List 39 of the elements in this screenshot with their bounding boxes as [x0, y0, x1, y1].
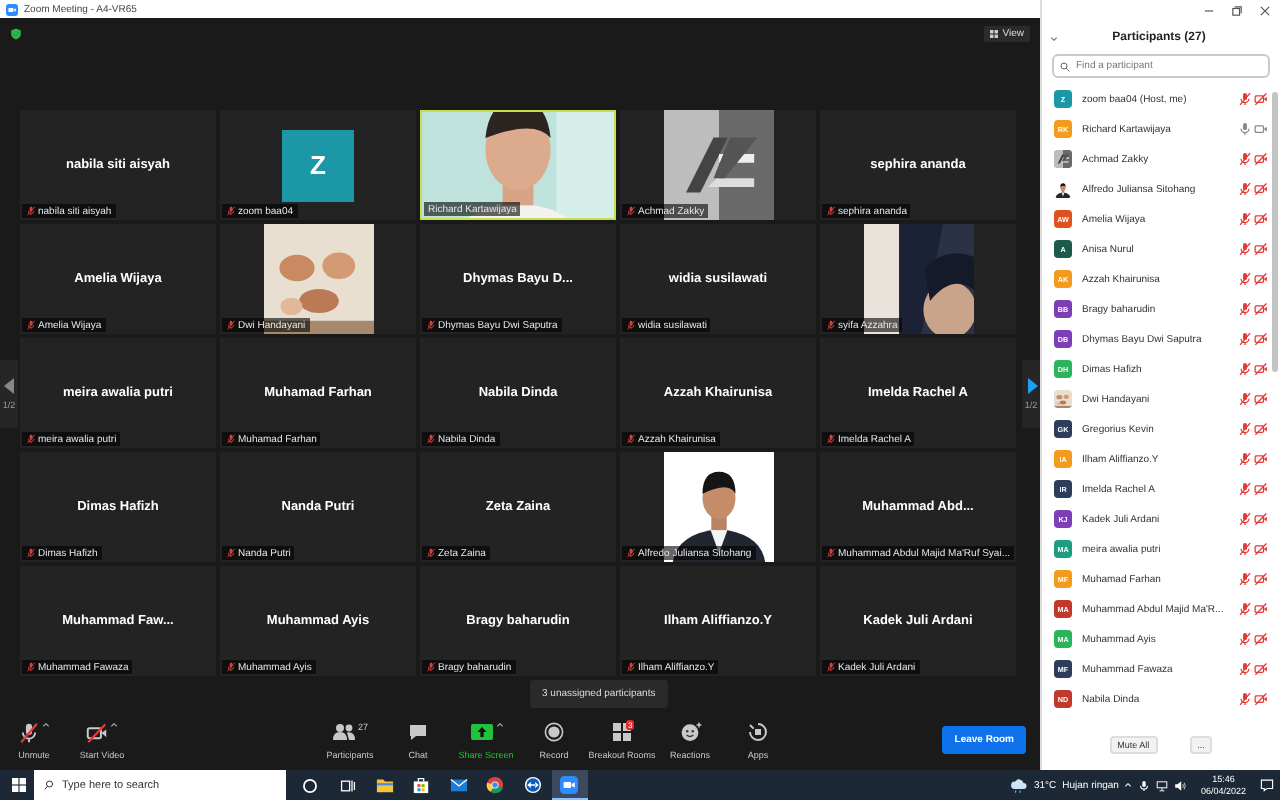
chrome-icon[interactable] — [486, 776, 505, 794]
cloud-rain-icon[interactable] — [1009, 777, 1028, 793]
restore-icon[interactable] — [1232, 6, 1242, 16]
envelope-icon[interactable] — [449, 776, 468, 794]
network-icon[interactable] — [1156, 779, 1169, 791]
shopping-bag-icon[interactable] — [412, 776, 431, 794]
people-icon — [331, 721, 356, 741]
notification-icon[interactable] — [1260, 778, 1274, 792]
chat-icon — [408, 721, 428, 741]
video-off-icon — [86, 721, 108, 743]
muted-mic-icon — [18, 721, 40, 743]
record-icon — [544, 721, 564, 741]
windows-start-icon[interactable] — [12, 778, 26, 792]
search-icon — [1060, 61, 1070, 71]
mic-icon — [1138, 779, 1151, 791]
caret-icon[interactable] — [42, 721, 50, 727]
shield-icon[interactable] — [10, 28, 22, 40]
scrollbar-thumb[interactable] — [1272, 92, 1277, 372]
minimize-icon[interactable] — [1204, 6, 1214, 16]
caret-icon[interactable] — [110, 721, 118, 727]
reactions-icon — [679, 721, 701, 741]
speaker-icon[interactable] — [1174, 779, 1187, 791]
apps-icon — [748, 721, 768, 741]
video-camera-icon[interactable] — [560, 775, 579, 793]
grid-icon — [612, 721, 632, 741]
search-icon — [44, 780, 54, 790]
taskbar-app-button[interactable] — [551, 770, 588, 800]
task-view-icon[interactable] — [339, 777, 356, 793]
right-arrow-icon — [1025, 378, 1037, 394]
double-arrow-icon[interactable] — [523, 776, 542, 794]
caret-icon[interactable] — [495, 721, 503, 727]
avatar: Z — [282, 129, 354, 201]
chevron-icon[interactable] — [1050, 35, 1058, 41]
left-arrow-icon — [3, 378, 15, 394]
circle-icon[interactable] — [302, 777, 319, 793]
share-screen-icon — [469, 721, 493, 741]
grid-icon — [990, 30, 999, 38]
close-icon[interactable] — [1260, 6, 1270, 16]
folder-icon[interactable] — [375, 776, 394, 794]
